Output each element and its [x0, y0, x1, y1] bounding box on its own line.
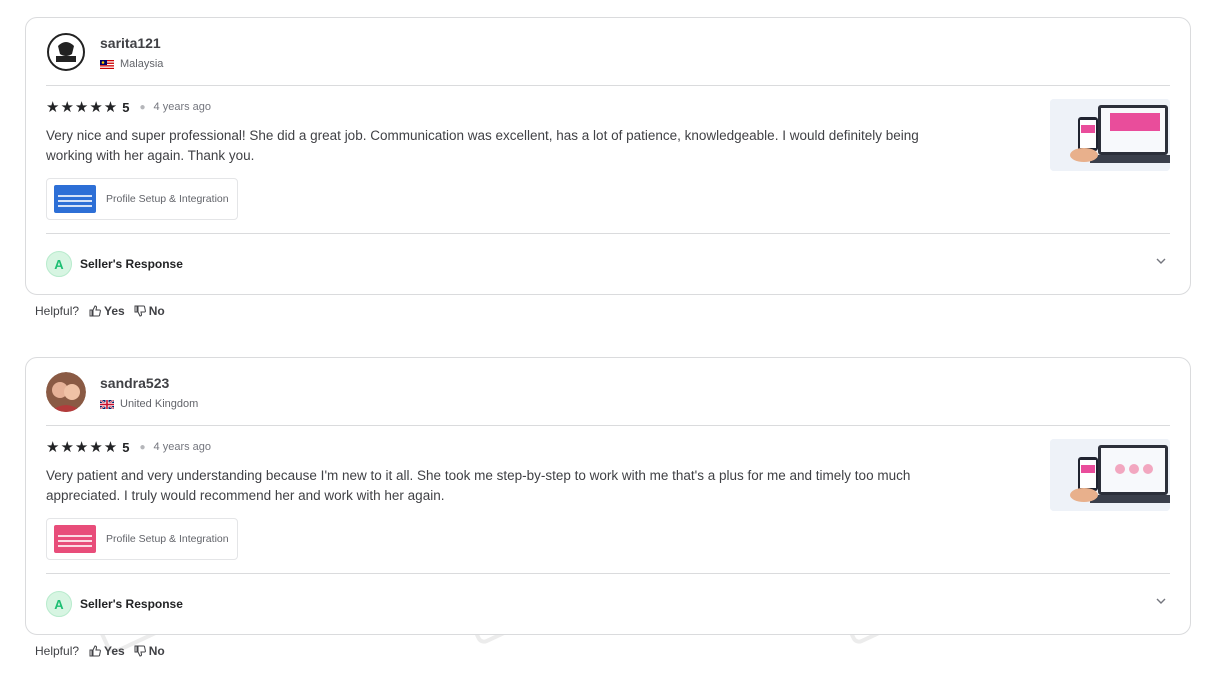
country: Malaysia [100, 58, 163, 70]
thumbs-up-icon [89, 305, 101, 317]
review-card: sandra523 United Kingdom ★★★★★ 5 ● 4 yea… [25, 357, 1191, 635]
username[interactable]: sarita121 [100, 35, 161, 51]
yes-label: Yes [104, 644, 125, 658]
review-text: Very patient and very understanding beca… [46, 468, 911, 503]
divider [46, 573, 1170, 574]
country-name: Malaysia [120, 58, 164, 70]
rating-row: ★★★★★ 5 ● 4 years ago [46, 438, 211, 456]
chevron-down-icon[interactable] [1154, 254, 1168, 268]
helpful-no-button[interactable]: No [134, 304, 165, 318]
seller-avatar: A [46, 251, 72, 277]
review-time: 4 years ago [153, 101, 212, 113]
helpful-row: Helpful? Yes No [35, 304, 174, 318]
separator-dot-icon: ● [139, 441, 146, 453]
service-thumbnail [54, 525, 96, 553]
seller-response-toggle[interactable]: A Seller's Response [46, 251, 183, 277]
service-tag[interactable]: Profile Setup & Integration [46, 178, 238, 220]
helpful-label: Helpful? [35, 644, 80, 658]
service-label: Profile Setup & Integration [106, 533, 229, 545]
review-text: Very nice and super professional! She di… [46, 128, 919, 163]
star-rating-icon: ★★★★★ [46, 99, 119, 116]
chevron-down-icon[interactable] [1154, 594, 1168, 608]
thumbs-down-icon [134, 305, 146, 317]
review-image[interactable] [1050, 439, 1170, 511]
seller-avatar: A [46, 591, 72, 617]
no-label: No [148, 644, 165, 658]
review-image[interactable] [1050, 99, 1170, 171]
divider [46, 85, 1170, 86]
divider [46, 233, 1170, 234]
thumbs-down-icon [134, 645, 146, 657]
service-label: Profile Setup & Integration [106, 193, 229, 205]
no-label: No [148, 304, 165, 318]
review-time: 4 years ago [153, 441, 212, 453]
service-thumbnail [54, 185, 96, 213]
rating-value: 5 [122, 439, 130, 455]
user-avatar[interactable] [46, 372, 86, 412]
country-name: United Kingdom [120, 398, 199, 410]
username[interactable]: sandra523 [100, 375, 169, 391]
yes-label: Yes [104, 304, 125, 318]
helpful-yes-button[interactable]: Yes [89, 304, 125, 318]
seller-response-label: Seller's Response [80, 257, 183, 271]
review-card: sarita121 Malaysia ★★★★★ 5 ● 4 years ago… [25, 17, 1191, 295]
malaysia-flag-icon [100, 59, 114, 69]
thumbs-up-icon [89, 645, 101, 657]
rating-row: ★★★★★ 5 ● 4 years ago [46, 98, 211, 116]
helpful-label: Helpful? [35, 304, 80, 318]
helpful-row: Helpful? Yes No [35, 644, 174, 658]
user-avatar[interactable] [46, 32, 86, 72]
helpful-no-button[interactable]: No [134, 644, 165, 658]
country: United Kingdom [100, 398, 198, 410]
rating-value: 5 [122, 99, 130, 115]
service-tag[interactable]: Profile Setup & Integration [46, 518, 238, 560]
divider [46, 425, 1170, 426]
seller-response-label: Seller's Response [80, 597, 183, 611]
uk-flag-icon [100, 399, 114, 409]
helpful-yes-button[interactable]: Yes [89, 644, 125, 658]
separator-dot-icon: ● [139, 101, 146, 113]
seller-response-toggle[interactable]: A Seller's Response [46, 591, 183, 617]
star-rating-icon: ★★★★★ [46, 439, 119, 456]
